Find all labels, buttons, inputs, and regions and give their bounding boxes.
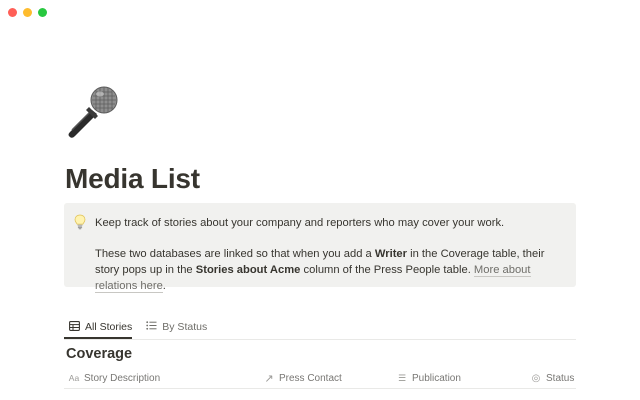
column-header-story-description[interactable]: Aa Story Description	[68, 370, 160, 386]
column-header-press-contact[interactable]: ↗ Press Contact	[263, 370, 342, 386]
column-header-publication[interactable]: ☰ Publication	[396, 370, 461, 386]
relation-arrow-icon: ↗	[264, 372, 274, 385]
table-header-divider	[64, 388, 576, 389]
table-icon	[69, 320, 80, 334]
database-title[interactable]: Coverage	[66, 346, 132, 362]
microphone-icon[interactable]	[62, 84, 122, 140]
writer-bold-text: Writer	[374, 248, 407, 260]
callout-block[interactable]: Keep track of stories about your company…	[64, 203, 576, 293]
callout-text-segment: These two databases are linked so that w…	[95, 248, 375, 260]
tab-label: By Status	[162, 321, 208, 333]
callout-text-segment: .	[162, 280, 166, 292]
callout-text: Keep track of stories about your company…	[95, 215, 565, 294]
callout-line-1: Keep track of stories about your company…	[95, 217, 505, 229]
column-label: Press Contact	[279, 372, 342, 384]
column-label: Publication	[412, 372, 461, 384]
callout-text-segment: column of the Press People table.	[300, 264, 474, 276]
tab-by-status[interactable]: By Status	[141, 316, 212, 338]
stories-about-acme-bold-text: Stories about Acme	[195, 264, 301, 276]
status-icon: ◎	[531, 372, 541, 384]
column-label: Story Description	[84, 372, 161, 384]
close-window-button[interactable]	[8, 8, 17, 17]
column-header-status[interactable]: ◎ Status	[530, 370, 575, 386]
zoom-window-button[interactable]	[38, 8, 47, 17]
table-header: Aa Story Description ↗ Press Contact ☰ P…	[64, 370, 640, 388]
minimize-window-button[interactable]	[23, 8, 32, 17]
list-icon: ☰	[397, 372, 407, 383]
lightbulb-icon	[74, 214, 86, 230]
text-type-icon: Aa	[68, 373, 80, 383]
column-label: Status	[546, 372, 575, 384]
tab-all-stories[interactable]: All Stories	[64, 316, 137, 338]
views-divider	[64, 339, 576, 340]
page-title[interactable]: Media List	[65, 162, 200, 196]
list-icon	[146, 321, 157, 333]
callout-line-2: These two databases are linked so that w…	[95, 246, 565, 294]
tab-label: All Stories	[85, 321, 133, 333]
window-controls	[8, 8, 47, 17]
